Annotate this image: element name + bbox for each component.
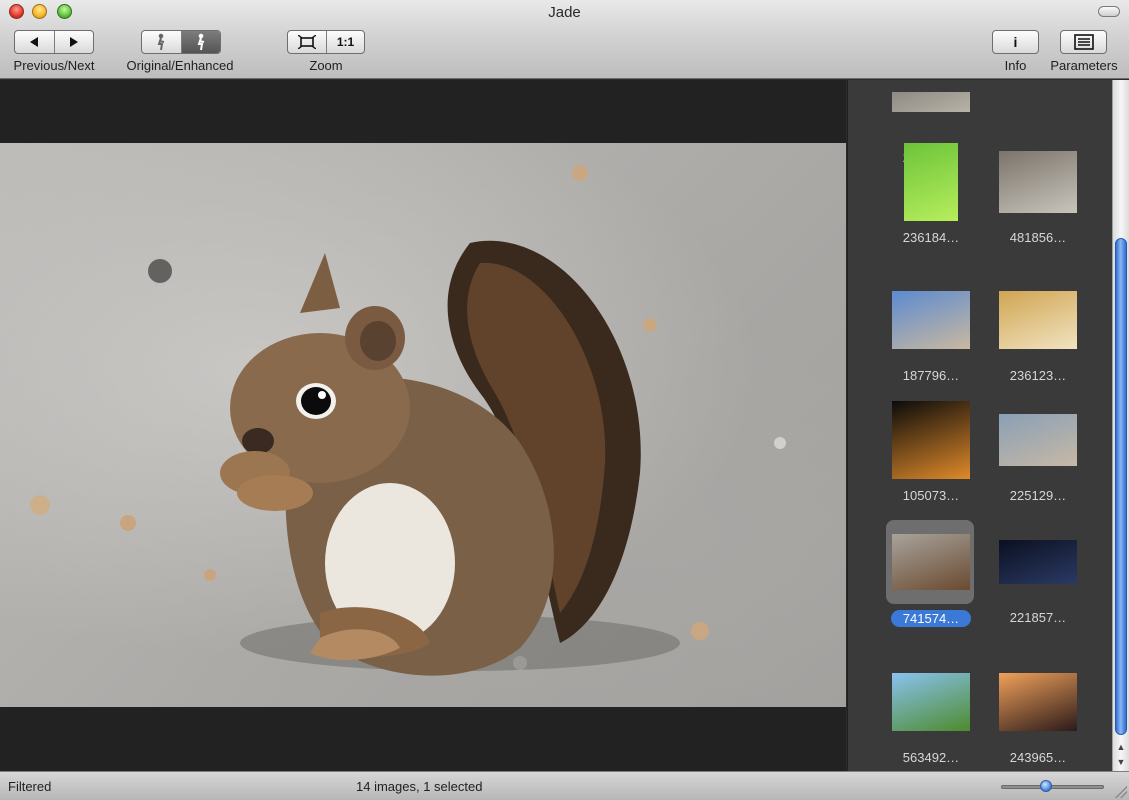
thumbnail-image: [892, 92, 970, 112]
selection-count: 14 images, 1 selected: [356, 779, 483, 794]
thumbnail-item[interactable]: 225129…: [993, 398, 1083, 503]
thumbnail-caption: 243965…: [1009, 750, 1067, 765]
thumbnail-image: [999, 540, 1077, 584]
thumbnail-caption: 481856…: [1009, 230, 1067, 245]
thumbnail-image: [892, 401, 970, 479]
window-title: Jade: [548, 4, 581, 21]
thumbnail-caption: 236123…: [1009, 368, 1067, 383]
thumbnail-caption: 741574…: [890, 610, 972, 627]
original-enhanced-control: [141, 30, 221, 54]
toolbar-toggle-button[interactable]: [1098, 6, 1120, 17]
zoom-1to1-button[interactable]: 1:1: [325, 31, 364, 53]
thumbnail-caption: 221857…: [1009, 610, 1067, 625]
filter-status: Filtered: [8, 779, 52, 794]
thumbnail-holder: [993, 278, 1083, 362]
previous-next-control: [14, 30, 94, 54]
thumbnail-holder: [993, 660, 1083, 744]
scroll-down-arrow-icon[interactable]: ▼: [1113, 755, 1129, 769]
thumbnail-caption: 236184…: [902, 230, 960, 245]
toolbar: Jade Previous/Next Original/Enhanced 1:1…: [0, 0, 1129, 79]
thumbnail-item[interactable]: 221857…: [993, 520, 1083, 625]
previous-button[interactable]: [15, 31, 54, 53]
thumbnail-caption: 225129…: [1009, 488, 1067, 503]
thumbnail-image: [999, 151, 1077, 213]
zoom-label: Zoom: [309, 58, 343, 73]
enhanced-figure-icon: [197, 33, 205, 51]
zoom-control: 1:1: [287, 30, 365, 54]
thumbnail-holder: [886, 660, 976, 744]
thumbnail-image: [892, 534, 970, 590]
thumbnail-holder: [886, 520, 976, 604]
scrollbar-thumb[interactable]: [1115, 238, 1127, 735]
previous-next-label: Previous/Next: [13, 58, 95, 73]
main-photo: [0, 143, 846, 707]
thumbnail-holder: [886, 398, 976, 482]
resize-grip-icon[interactable]: [1115, 786, 1127, 798]
thumbnail-image: [892, 673, 970, 731]
enhanced-button[interactable]: [180, 31, 220, 53]
fit-to-window-icon: [297, 35, 316, 49]
thumbnail-holder: [993, 520, 1083, 604]
info-label: Info: [1004, 58, 1027, 73]
thumbnail-item[interactable]: 236123…: [993, 278, 1083, 383]
thumbnail-item[interactable]: 741574…: [886, 520, 976, 628]
thumbnail-caption: 563492…: [902, 750, 960, 765]
info-button[interactable]: i: [992, 30, 1039, 54]
original-button[interactable]: [142, 31, 181, 53]
thumbnail-item[interactable]: 481856…: [993, 140, 1083, 245]
status-bar: Filtered 14 images, 1 selected: [0, 771, 1129, 800]
squirrel-image-icon: [30, 165, 786, 676]
thumbnail-image: [999, 291, 1077, 349]
slider-knob[interactable]: [1040, 780, 1052, 792]
thumbnail-holder: [993, 140, 1083, 224]
thumbnail-scrollbar[interactable]: ▲ ▼: [1112, 80, 1129, 771]
thumbnail-image: [892, 291, 970, 349]
thumbnail-browser[interactable]: 234459…235767…236184…481856…187796…23612…: [847, 80, 1112, 771]
thumbnail-item[interactable]: 563492…: [886, 660, 976, 765]
thumbnail-holder: [886, 278, 976, 362]
thumbnail-holder: [886, 80, 976, 144]
thumbnail-image: [904, 143, 958, 221]
original-figure-icon: [158, 33, 165, 51]
thumbnail-caption: 105073…: [902, 488, 960, 503]
thumbnail-holder: [993, 80, 1083, 144]
thumbnail-item[interactable]: 187796…: [886, 278, 976, 383]
thumbnail-caption: 187796…: [902, 368, 960, 383]
thumbnail-image: [999, 414, 1077, 466]
previous-arrow-icon: [30, 37, 39, 47]
thumbnail-item[interactable]: 236184…: [886, 140, 976, 245]
parameters-label: Parameters: [1050, 58, 1118, 73]
image-viewer[interactable]: [0, 80, 846, 771]
app-window: Jade Previous/Next Original/Enhanced 1:1…: [0, 0, 1129, 800]
thumbnail-holder: [886, 140, 976, 224]
thumbnail-holder: [993, 398, 1083, 482]
zoom-fit-button[interactable]: [288, 31, 326, 53]
parameters-list-icon: [1073, 34, 1094, 50]
next-arrow-icon: [69, 37, 78, 47]
parameters-button[interactable]: [1060, 30, 1107, 54]
thumbnail-item[interactable]: 105073…: [886, 398, 976, 503]
scroll-up-arrow-icon[interactable]: ▲: [1113, 740, 1129, 754]
next-button[interactable]: [53, 31, 93, 53]
thumbnail-image: [999, 673, 1077, 731]
thumbnail-size-slider[interactable]: [1001, 785, 1104, 789]
thumbnail-item[interactable]: 243965…: [993, 660, 1083, 765]
original-enhanced-label: Original/Enhanced: [126, 58, 234, 73]
